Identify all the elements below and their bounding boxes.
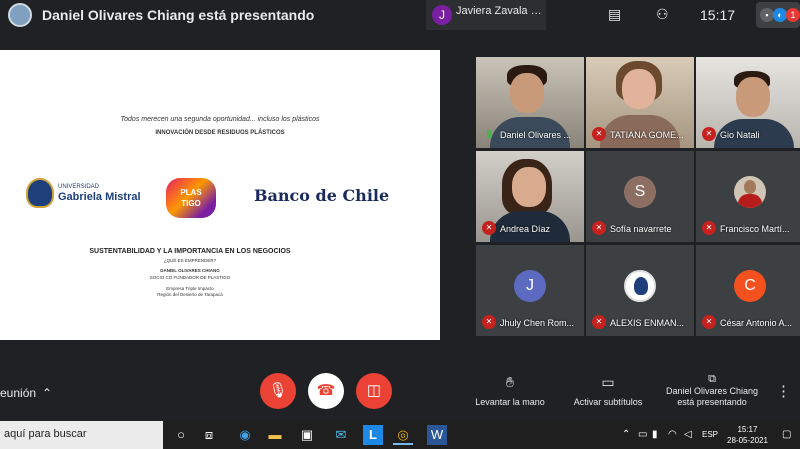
self-view-icon: ▪ — [760, 8, 774, 22]
chat-icon[interactable]: ▤ — [608, 6, 621, 23]
participant-avatar: C — [734, 270, 766, 302]
participant-name: Andrea Díaz — [500, 224, 551, 234]
top-bar: Daniel Olivares Chiang está presentando … — [0, 0, 800, 30]
slide-tagline: Todos merecen una segunda oportunidad...… — [120, 116, 320, 123]
participant-tile[interactable]: ✕ Andrea Díaz — [476, 151, 584, 242]
task-view-icon[interactable]: ⧈ — [199, 425, 219, 445]
participant-name: ALEXIS ENMAN... — [610, 318, 685, 328]
participant-name: Gio Natali — [720, 130, 760, 140]
mic-toggle-button[interactable]: 🎙︎ — [260, 373, 296, 409]
shared-presentation: Todos merecen una segunda oportunidad...… — [0, 50, 440, 340]
participant-name: Daniel Olivares ... — [500, 130, 572, 140]
mic-muted-icon: ✕ — [702, 127, 716, 141]
presenter-avatar — [8, 3, 32, 27]
university-logo: UNIVERSIDAD Gabriela Mistral — [26, 178, 146, 210]
participant-avatar: J — [514, 270, 546, 302]
participant-tile[interactable]: ✕ ALEXIS ENMAN... — [586, 245, 694, 336]
participant-avatar: S — [624, 176, 656, 208]
mic-off-icon: 🎙︎ — [268, 382, 288, 399]
app-l-icon[interactable]: L — [363, 425, 383, 445]
participant-tile[interactable]: ✕ Gio Natali — [696, 57, 800, 148]
participant-photo — [734, 176, 766, 208]
raise-hand-button[interactable]: ✋︎ Levantar la mano — [474, 374, 546, 407]
os-taskbar: aquí para buscar ○ ⧈ ◉ ▬ ▣ ✉ L ◎ W ⌃ ▭ ▮… — [0, 421, 800, 449]
university-seal-icon — [26, 178, 54, 208]
mic-muted-icon: ✕ — [592, 127, 606, 141]
activities-icon[interactable]: ⚇ — [656, 6, 669, 23]
participant-tile[interactable]: S ✕ Sofía navarrete — [586, 151, 694, 242]
meeting-details-button[interactable]: eunión ⌃ — [0, 386, 52, 400]
participant-name: Javiera Zavala C... — [456, 5, 542, 17]
mic-muted-icon: ✕ — [482, 221, 496, 235]
plastigo-logo: PLAS TIGO — [166, 178, 216, 218]
chrome-icon[interactable]: ◎ — [393, 425, 413, 445]
participant-tile[interactable]: J ✕ Jhuly Chen Rom... — [476, 245, 584, 336]
mic-muted-icon: ✕ — [702, 315, 716, 329]
participant-name: César Antonio A... — [720, 318, 793, 328]
tray-battery-icon[interactable]: ▮ — [652, 429, 658, 440]
hang-up-icon: ☎︎ — [316, 382, 336, 399]
chevron-up-icon: ⌃ — [42, 386, 53, 400]
word-icon[interactable]: W — [427, 425, 447, 445]
slide-note: Empresa Triple Impacto — [166, 286, 214, 291]
participant-tile[interactable]: ▮ Daniel Olivares ... — [476, 57, 584, 148]
participant-name: Francisco Martí... — [720, 224, 790, 234]
participant-tile[interactable]: ✕ Francisco Martí... — [696, 151, 800, 242]
bank-logo: Banco de Chile — [254, 186, 390, 205]
edge-icon[interactable]: ◉ — [235, 425, 255, 445]
notifications-icon[interactable]: ▢ — [782, 429, 791, 440]
mic-muted-icon: ✕ — [702, 221, 716, 235]
slide-role: SOCIO CO FUNDADOR DE PLASTIGO — [149, 275, 231, 280]
tray-network-icon[interactable]: ▭ — [638, 429, 647, 440]
presenting-title: Daniel Olivares Chiang está presentando — [42, 7, 315, 23]
taskbar-clock[interactable]: 15:17 28-05-2021 — [727, 424, 768, 446]
camera-off-icon: ◫ — [366, 382, 382, 399]
present-screen-icon: ⧉ — [708, 373, 716, 385]
meeting-controls: eunión ⌃ 🎙︎ ☎︎ ◫ ✋︎ Levantar la mano ▭ Ac… — [0, 365, 800, 420]
slide-title: SUSTENTABILIDAD Y LA IMPORTANCIA EN LOS … — [89, 248, 291, 255]
mic-active-icon: ▮ — [485, 128, 493, 140]
participant-tile[interactable]: C ✕ César Antonio A... — [696, 245, 800, 336]
self-avatar: ◐ — [773, 8, 787, 22]
participant-logo — [624, 270, 656, 302]
slide-speaker: DANIEL OLIVARES CHIANG — [160, 268, 220, 273]
captions-icon: ▭ — [601, 374, 615, 390]
tray-chevron-icon[interactable]: ⌃ — [622, 429, 630, 440]
camera-toggle-button[interactable]: ◫ — [356, 373, 392, 409]
participant-tile[interactable]: ✕ TATIANA GOME... — [586, 57, 694, 148]
participant-name: Sofía navarrete — [610, 224, 672, 234]
mic-muted-icon: ✕ — [482, 315, 496, 329]
participant-name: Jhuly Chen Rom... — [500, 318, 575, 328]
meeting-clock: 15:17 — [700, 7, 736, 23]
slide-question: ¿QUÉ ES EMPRENDER? — [163, 258, 217, 263]
mic-muted-icon: ✕ — [592, 315, 606, 329]
file-explorer-icon[interactable]: ▬ — [265, 425, 285, 445]
tray-volume-icon[interactable]: ◁ — [684, 429, 692, 440]
language-indicator[interactable]: ESP — [702, 430, 718, 439]
tray-wifi-icon[interactable]: ◠ — [668, 429, 677, 440]
notification-badge: 1 — [786, 8, 800, 22]
pinned-participant-tile[interactable]: J Javiera Zavala C... — [426, 0, 546, 30]
presentation-indicator[interactable]: ⧉ Daniel Olivares Chiang está presentand… — [664, 373, 760, 408]
taskbar-search-box[interactable]: aquí para buscar — [0, 421, 163, 449]
participant-name: TATIANA GOME... — [610, 130, 684, 140]
mic-muted-icon: ✕ — [592, 221, 606, 235]
participant-avatar: J — [432, 5, 452, 25]
mail-icon[interactable]: ✉ — [331, 425, 351, 445]
hand-icon: ✋︎ — [506, 374, 514, 390]
cortana-icon[interactable]: ○ — [171, 425, 191, 445]
slide-note: Región del Desierto de Tarapacá — [157, 292, 223, 297]
leave-call-button[interactable]: ☎︎ — [308, 373, 344, 409]
more-options-icon[interactable]: ⋮ — [776, 382, 791, 400]
captions-button[interactable]: ▭ Activar subtítulos — [568, 374, 648, 407]
store-icon[interactable]: ▣ — [297, 425, 317, 445]
slide-subtitle: INNOVACIÓN DESDE RESIDUOS PLÁSTICOS — [155, 130, 285, 136]
self-view-tile[interactable]: ▪ ◐ 1 — [756, 2, 800, 28]
